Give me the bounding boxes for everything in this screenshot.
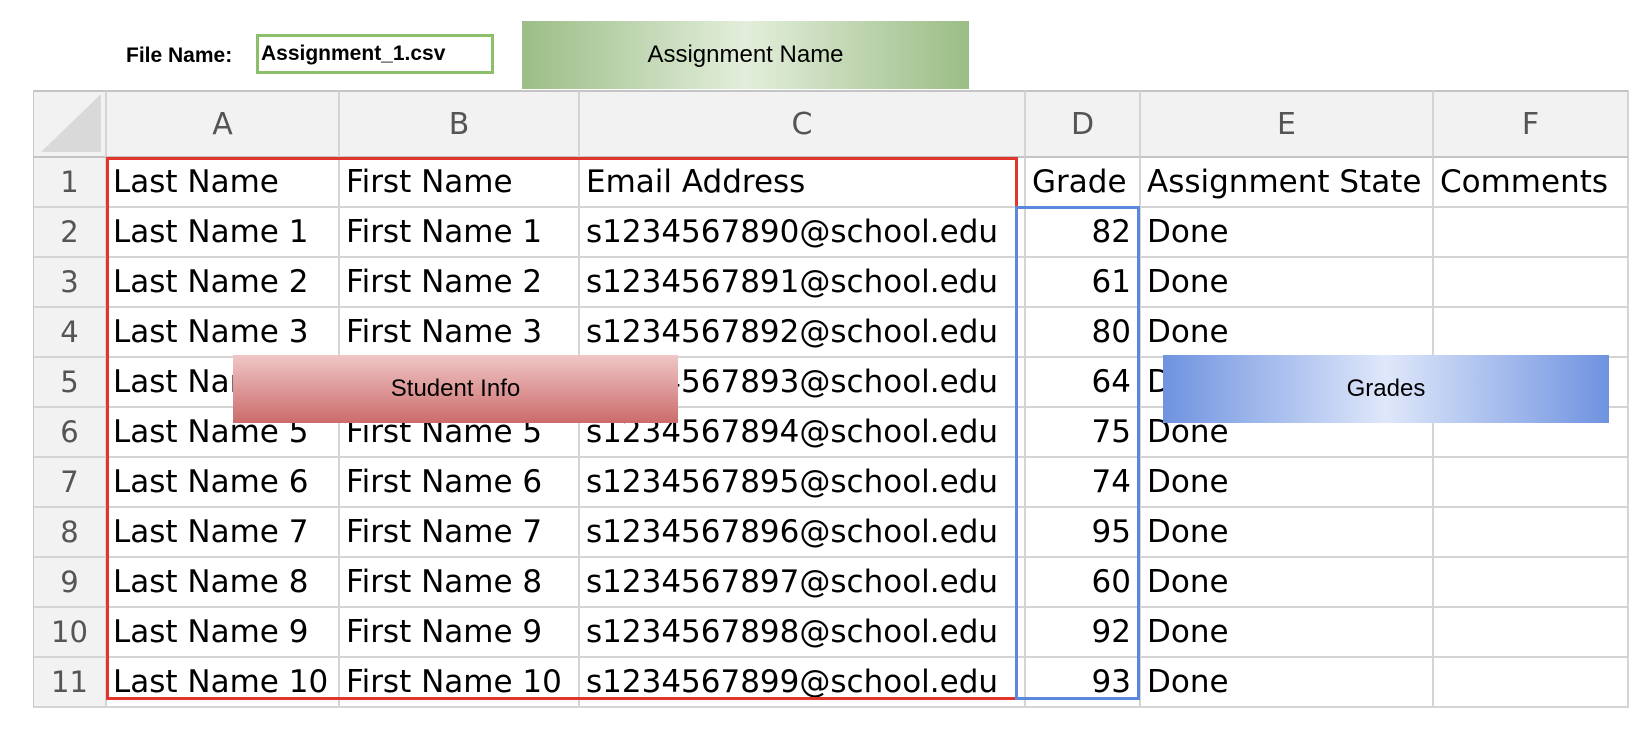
cell-last-name[interactable]: Last Name 2 <box>107 258 340 308</box>
cell-last-name[interactable]: Last Name 6 <box>107 458 340 508</box>
row-header[interactable]: 9 <box>34 558 107 608</box>
cell-assignment-state[interactable]: Done <box>1141 558 1434 608</box>
cell-grade[interactable]: 95 <box>1026 508 1141 558</box>
cell-assignment-state[interactable]: Done <box>1141 258 1434 308</box>
table-row: 7 Last Name 6 First Name 6 s1234567895@scho… <box>34 458 1629 508</box>
table-row: 1 Last Name First Name Email Address Grade As… <box>34 158 1629 208</box>
cell-last-name[interactable]: Last Name 9 <box>107 608 340 658</box>
cell-grade[interactable]: 82 <box>1026 208 1141 258</box>
row-header[interactable]: 1 <box>34 158 107 208</box>
cell-first-name[interactable]: First Name 10 <box>340 658 580 708</box>
column-header-b[interactable]: B <box>340 90 580 158</box>
cell-first-name[interactable]: First Name 6 <box>340 458 580 508</box>
cell-comments[interactable] <box>1434 308 1629 358</box>
cell-assignment-state[interactable]: Done <box>1141 308 1434 358</box>
cell-first-name[interactable]: First Name 3 <box>340 308 580 358</box>
row-header[interactable]: 7 <box>34 458 107 508</box>
select-all-triangle-icon <box>41 94 101 152</box>
row-header[interactable]: 11 <box>34 658 107 708</box>
column-header-a[interactable]: A <box>107 90 340 158</box>
row-header[interactable]: 6 <box>34 408 107 458</box>
table-row: 10 Last Name 9 First Name 9 s1234567898@sch… <box>34 608 1629 658</box>
cell-last-name[interactable]: Last Name <box>107 158 340 208</box>
table-row: 8 Last Name 7 First Name 7 s1234567896@scho… <box>34 508 1629 558</box>
cell-email[interactable]: s1234567896@school.edu <box>580 508 1026 558</box>
row-header[interactable]: 8 <box>34 508 107 558</box>
table-row: 3 Last Name 2 First Name 2 s1234567891@scho… <box>34 258 1629 308</box>
table-row: 9 Last Name 8 First Name 8 s1234567897@scho… <box>34 558 1629 608</box>
cell-comments[interactable] <box>1434 208 1629 258</box>
column-header-row: A B C D E F <box>34 90 1629 158</box>
cell-assignment-state[interactable]: Done <box>1141 208 1434 258</box>
cell-comments[interactable] <box>1434 608 1629 658</box>
column-header-e[interactable]: E <box>1141 90 1434 158</box>
cell-email[interactable]: s1234567892@school.edu <box>580 308 1026 358</box>
cell-email[interactable]: s1234567891@school.edu <box>580 258 1026 308</box>
cell-first-name[interactable]: First Name 1 <box>340 208 580 258</box>
cell-email[interactable]: s1234567898@school.edu <box>580 608 1026 658</box>
cell-assignment-state[interactable]: Done <box>1141 658 1434 708</box>
cell-first-name[interactable]: First Name 9 <box>340 608 580 658</box>
file-name-value: Assignment_1.csv <box>256 34 494 74</box>
cell-comments[interactable] <box>1434 508 1629 558</box>
cell-email[interactable]: s1234567899@school.edu <box>580 658 1026 708</box>
row-header[interactable]: 3 <box>34 258 107 308</box>
table-row: 11 Last Name 10 First Name 10 s1234567899@s… <box>34 658 1629 708</box>
cell-comments[interactable] <box>1434 658 1629 708</box>
table-row: 2 Last Name 1 First Name 1 s1234567890@scho… <box>34 208 1629 258</box>
student-info-callout: Student Info <box>233 355 678 423</box>
cell-grade[interactable]: 93 <box>1026 658 1141 708</box>
table-row: 4 Last Name 3 First Name 3 s1234567892@scho… <box>34 308 1629 358</box>
cell-first-name[interactable]: First Name 8 <box>340 558 580 608</box>
row-header[interactable]: 4 <box>34 308 107 358</box>
cell-first-name[interactable]: First Name <box>340 158 580 208</box>
cell-assignment-state[interactable]: Done <box>1141 458 1434 508</box>
cell-grade[interactable]: 80 <box>1026 308 1141 358</box>
cell-comments[interactable] <box>1434 558 1629 608</box>
cell-last-name[interactable]: Last Name 1 <box>107 208 340 258</box>
cell-last-name[interactable]: Last Name 10 <box>107 658 340 708</box>
cell-first-name[interactable]: First Name 7 <box>340 508 580 558</box>
cell-assignment-state[interactable]: Done <box>1141 608 1434 658</box>
cell-grade[interactable]: 75 <box>1026 408 1141 458</box>
cell-email[interactable]: s1234567890@school.edu <box>580 208 1026 258</box>
column-header-f[interactable]: F <box>1434 90 1629 158</box>
cell-assignment-state[interactable]: Assignment State <box>1141 158 1434 208</box>
cell-grade[interactable]: Grade <box>1026 158 1141 208</box>
row-header[interactable]: 10 <box>34 608 107 658</box>
cell-last-name[interactable]: Last Name 8 <box>107 558 340 608</box>
cell-grade[interactable]: 60 <box>1026 558 1141 608</box>
file-name-label: File Name: <box>126 44 233 67</box>
cell-comments[interactable] <box>1434 458 1629 508</box>
cell-grade[interactable]: 64 <box>1026 358 1141 408</box>
cell-email[interactable]: Email Address <box>580 158 1026 208</box>
column-header-d[interactable]: D <box>1026 90 1141 158</box>
cell-grade[interactable]: 92 <box>1026 608 1141 658</box>
cell-grade[interactable]: 74 <box>1026 458 1141 508</box>
grades-callout: Grades <box>1163 355 1609 423</box>
cell-assignment-state[interactable]: Done <box>1141 508 1434 558</box>
assignment-name-callout: Assignment Name <box>522 21 969 89</box>
cell-comments[interactable] <box>1434 258 1629 308</box>
cell-last-name[interactable]: Last Name 3 <box>107 308 340 358</box>
cell-email[interactable]: s1234567897@school.edu <box>580 558 1026 608</box>
cell-comments[interactable]: Comments <box>1434 158 1629 208</box>
row-header[interactable]: 2 <box>34 208 107 258</box>
cell-last-name[interactable]: Last Name 7 <box>107 508 340 558</box>
cell-grade[interactable]: 61 <box>1026 258 1141 308</box>
column-header-c[interactable]: C <box>580 90 1026 158</box>
cell-first-name[interactable]: First Name 2 <box>340 258 580 308</box>
cell-email[interactable]: s1234567895@school.edu <box>580 458 1026 508</box>
select-all-corner[interactable] <box>34 90 107 158</box>
row-header[interactable]: 5 <box>34 358 107 408</box>
